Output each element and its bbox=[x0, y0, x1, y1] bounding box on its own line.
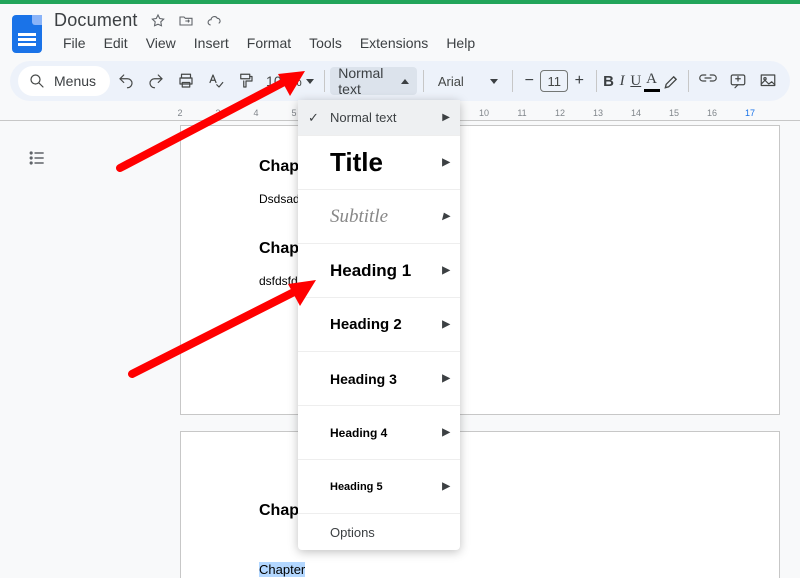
ruler-tick: 11 bbox=[517, 108, 526, 118]
bold-button[interactable]: B bbox=[603, 67, 615, 95]
menu-insert[interactable]: Insert bbox=[185, 33, 238, 53]
font-size-increase[interactable]: + bbox=[568, 69, 590, 93]
move-icon[interactable] bbox=[178, 13, 194, 29]
style-option-label: Heading 3 bbox=[330, 371, 397, 387]
style-option-label: Normal text bbox=[330, 110, 396, 125]
menus-label: Menus bbox=[54, 73, 96, 89]
ruler-tick: 5 bbox=[291, 108, 296, 118]
style-option-normal-text[interactable]: ✓ Normal text ▶ bbox=[298, 100, 460, 136]
check-icon: ✓ bbox=[308, 110, 319, 126]
paragraph-style-select[interactable]: Normal text bbox=[330, 67, 417, 95]
menu-view[interactable]: View bbox=[137, 33, 185, 53]
docs-logo-icon[interactable] bbox=[12, 15, 42, 53]
style-option-label: Options bbox=[330, 525, 375, 540]
menu-extensions[interactable]: Extensions bbox=[351, 33, 437, 53]
style-option-heading-5[interactable]: Heading 5 ▶ bbox=[298, 460, 460, 514]
submenu-arrow-icon: ▶ bbox=[442, 211, 450, 222]
menu-file[interactable]: File bbox=[54, 33, 95, 53]
style-option-title[interactable]: Title ▶ bbox=[298, 136, 460, 190]
submenu-arrow-icon: ▶ bbox=[442, 265, 450, 276]
zoom-select[interactable]: 100% bbox=[262, 73, 318, 89]
menu-help[interactable]: Help bbox=[437, 33, 484, 53]
submenu-arrow-icon: ▶ bbox=[442, 112, 450, 123]
style-option-heading-1[interactable]: Heading 1 ▶ bbox=[298, 244, 460, 298]
menus-search-pill[interactable]: Menus bbox=[18, 66, 110, 96]
insert-comment-button[interactable] bbox=[724, 67, 752, 95]
ruler-tick: 13 bbox=[593, 108, 603, 118]
submenu-arrow-icon: ▶ bbox=[442, 319, 450, 330]
ruler-tick: 12 bbox=[555, 108, 565, 118]
menu-tools[interactable]: Tools bbox=[300, 33, 351, 53]
style-option-heading-2[interactable]: Heading 2 ▶ bbox=[298, 298, 460, 352]
style-option-subtitle[interactable]: Subtitle ▶ bbox=[298, 190, 460, 244]
menu-edit[interactable]: Edit bbox=[95, 33, 137, 53]
style-option-options[interactable]: Options bbox=[298, 514, 460, 550]
chevron-up-icon bbox=[401, 79, 409, 84]
insert-image-button[interactable] bbox=[754, 67, 782, 95]
submenu-arrow-icon: ▶ bbox=[442, 481, 450, 492]
paragraph-style-label: Normal text bbox=[338, 65, 383, 97]
chevron-down-icon bbox=[306, 79, 314, 84]
style-option-label: Heading 1 bbox=[330, 261, 411, 281]
ruler-tick: 4 bbox=[253, 108, 258, 118]
star-icon[interactable] bbox=[150, 13, 166, 29]
menu-format[interactable]: Format bbox=[238, 33, 300, 53]
text-color-button[interactable]: A bbox=[644, 67, 660, 95]
submenu-arrow-icon: ▶ bbox=[442, 427, 450, 438]
submenu-arrow-icon: ▶ bbox=[442, 373, 450, 384]
style-option-label: Heading 2 bbox=[330, 316, 402, 333]
ruler-tick: 14 bbox=[631, 108, 641, 118]
toolbar: Menus 100% Normal text Arial − 11 + bbox=[10, 61, 790, 101]
font-size-input[interactable]: 11 bbox=[540, 70, 568, 92]
ruler-tick: 10 bbox=[479, 108, 489, 118]
document-page-1[interactable]: Chapt Dsdsads Chapt dsfdsfds bbox=[180, 125, 780, 415]
ruler-tick: 17 bbox=[745, 108, 755, 118]
style-option-label: Subtitle bbox=[330, 206, 388, 228]
style-option-heading-3[interactable]: Heading 3 ▶ bbox=[298, 352, 460, 406]
ruler-tick: 3 bbox=[215, 108, 220, 118]
search-icon bbox=[28, 72, 46, 90]
font-select[interactable]: Arial bbox=[430, 74, 506, 89]
style-option-label: Heading 5 bbox=[330, 481, 383, 493]
doc-title[interactable]: Document bbox=[54, 10, 138, 31]
italic-button[interactable]: I bbox=[616, 67, 628, 95]
selected-text: Chapter bbox=[259, 562, 305, 577]
ruler-tick: 15 bbox=[669, 108, 679, 118]
paint-format-button[interactable] bbox=[232, 67, 260, 95]
document-page-2[interactable]: Chapt Chapter bbox=[180, 431, 780, 578]
font-label: Arial bbox=[438, 74, 464, 89]
undo-button[interactable] bbox=[112, 67, 140, 95]
chevron-down-icon bbox=[490, 79, 498, 84]
underline-button[interactable]: U bbox=[630, 67, 642, 95]
style-option-label: Title bbox=[330, 147, 383, 178]
insert-link-button[interactable] bbox=[694, 67, 722, 95]
style-option-label: Heading 4 bbox=[330, 426, 387, 440]
paragraph-style-dropdown: ✓Normal text▶Title▶Subtitle▶Heading 1▶He… bbox=[298, 100, 460, 550]
font-size-decrease[interactable]: − bbox=[518, 69, 540, 93]
submenu-arrow-icon: ▶ bbox=[442, 157, 450, 168]
spellcheck-button[interactable] bbox=[202, 67, 230, 95]
font-size-group: − 11 + bbox=[518, 68, 590, 94]
style-option-heading-4[interactable]: Heading 4 ▶ bbox=[298, 406, 460, 460]
menu-bar: File Edit View Insert Format Tools Exten… bbox=[54, 33, 788, 57]
redo-button[interactable] bbox=[142, 67, 170, 95]
cloud-status-icon[interactable] bbox=[206, 13, 222, 29]
horizontal-ruler[interactable]: 234567891011121314151617 bbox=[180, 101, 794, 120]
ruler-tick: 16 bbox=[707, 108, 717, 118]
outline-toggle-button[interactable] bbox=[18, 139, 56, 177]
highlight-button[interactable] bbox=[662, 67, 682, 95]
ruler-tick: 2 bbox=[177, 108, 182, 118]
print-button[interactable] bbox=[172, 67, 200, 95]
